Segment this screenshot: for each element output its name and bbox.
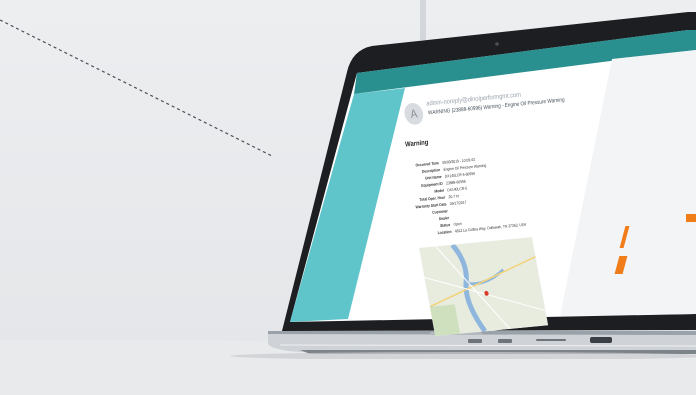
laptop-illustration bbox=[0, 12, 696, 359]
usb-port bbox=[498, 339, 512, 343]
brand-mark bbox=[686, 214, 696, 222]
dashed-connector-line bbox=[0, 19, 273, 157]
lid-notch bbox=[430, 332, 482, 335]
webcam-icon bbox=[495, 42, 499, 46]
usb-port bbox=[468, 339, 482, 343]
charging-port bbox=[590, 337, 612, 343]
sd-slot bbox=[536, 339, 566, 341]
